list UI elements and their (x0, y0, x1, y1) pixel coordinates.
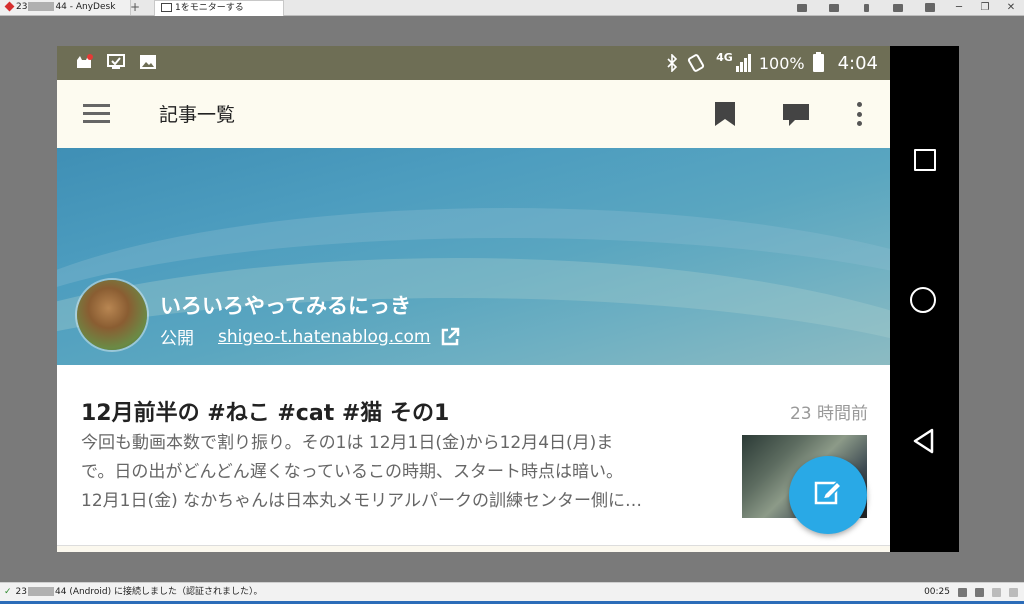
minimize-button[interactable]: ─ (946, 0, 972, 15)
notification-cat-icon (77, 54, 93, 68)
lightning-icon[interactable] (850, 0, 882, 15)
excerpt-line: で。日の出がどんどん遅くなっているこの時期、スタート時点は暗い。 (81, 462, 623, 482)
connected-check-icon: ✓ (4, 587, 12, 597)
recents-button[interactable] (914, 149, 936, 171)
more-options-icon[interactable] (855, 102, 863, 126)
redacted-id (28, 587, 54, 596)
android-screen: 4G 100% 4:04 記事一覧 いろいろやってみるにっき 公開 shigeo… (57, 46, 890, 552)
tab-monitor-label: 1をモニターする (175, 3, 244, 13)
android-nav-bar (890, 46, 959, 552)
lock-icon[interactable] (975, 587, 984, 597)
article-timestamp: 23 時間前 (789, 404, 868, 424)
tab-anydesk-session[interactable]: 23 44 - AnyDesk (0, 0, 131, 15)
visibility-label: 公開 (160, 329, 194, 349)
hamburger-menu-icon[interactable] (83, 104, 110, 123)
status-id-prefix: 23 (15, 587, 27, 597)
session-timer: 00:25 (924, 587, 950, 597)
restore-button[interactable]: ❐ (972, 0, 998, 15)
bluetooth-icon (667, 54, 678, 72)
chat-icon[interactable] (786, 0, 818, 15)
vibrate-icon (688, 54, 705, 72)
blog-meta: 公開 shigeo-t.hatenablog.com (160, 324, 460, 349)
compose-button[interactable] (789, 456, 867, 534)
remote-device-view[interactable]: 4G 100% 4:04 記事一覧 いろいろやってみるにっき 公開 shigeo… (57, 46, 959, 552)
display-icon[interactable] (882, 0, 914, 15)
tab-session-id-suffix: 44 - AnyDesk (55, 2, 116, 12)
home-button[interactable] (910, 287, 936, 313)
signal-icon (735, 54, 751, 72)
anydesk-title-bar: 23 44 - AnyDesk + 1をモニターする ─ ❐ ✕ (0, 0, 1024, 16)
network-type: 4G (716, 50, 733, 64)
monitor-icon (161, 3, 172, 12)
edit-icon (814, 480, 843, 505)
close-button[interactable]: ✕ (998, 0, 1024, 15)
chat-status-icon[interactable] (958, 587, 967, 597)
page-title: 記事一覧 (159, 104, 236, 126)
tab-monitor[interactable]: 1をモニターする (154, 0, 284, 16)
bookmark-icon[interactable] (715, 102, 735, 126)
excerpt-line: 今回も動画本数で割り振り。その1は 12月1日(金)から12月4日(月)ま (81, 433, 614, 453)
keyboard-icon[interactable] (818, 0, 850, 15)
comment-icon[interactable] (783, 104, 809, 126)
clock: 4:04 (837, 52, 878, 74)
notification-image-icon (140, 55, 156, 69)
new-tab-button[interactable]: + (128, 0, 142, 15)
blog-header: いろいろやってみるにっき 公開 shigeo-t.hatenablog.com (57, 148, 890, 365)
connection-status-text: 44 (Android) に接続しました（認証されました）。 (55, 587, 263, 597)
avatar[interactable] (77, 280, 147, 350)
app-toolbar: 記事一覧 (57, 80, 890, 148)
menu-icon[interactable] (914, 0, 946, 15)
title-bar-controls: ─ ❐ ✕ (786, 0, 1024, 15)
blog-url-link[interactable]: shigeo-t.hatenablog.com (218, 327, 430, 347)
redacted-id (28, 2, 55, 11)
blog-title: いろいろやってみるにっき (160, 294, 411, 318)
battery-icon (812, 52, 824, 72)
anydesk-status-bar: ✓ 23 44 (Android) に接続しました（認証されました）。 00:25 (0, 582, 1024, 604)
battery-percent: 100% (758, 53, 805, 73)
anydesk-logo-icon (4, 1, 15, 12)
list-item[interactable]: 12月前半の #ねこ #cat #猫 その1 23 時間前 今回も動画本数で割り… (57, 365, 890, 546)
android-status-bar: 4G 100% 4:04 (57, 46, 890, 80)
external-link-icon[interactable] (440, 327, 460, 347)
sound-icon[interactable] (1009, 587, 1018, 597)
tab-session-id-prefix: 23 (16, 2, 28, 12)
article-excerpt: 今回も動画本数で割り振り。その1は 12月1日(金)から12月4日(月)ま で。… (81, 429, 699, 516)
notification-screen-icon (107, 54, 125, 69)
back-button[interactable] (912, 428, 934, 454)
info-icon[interactable] (992, 587, 1001, 597)
article-title: 12月前半の #ねこ #cat #猫 その1 (81, 401, 450, 426)
excerpt-line: 12月1日(金) なかちゃんは日本丸メモリアルパークの訓練センター側に… (81, 491, 642, 511)
